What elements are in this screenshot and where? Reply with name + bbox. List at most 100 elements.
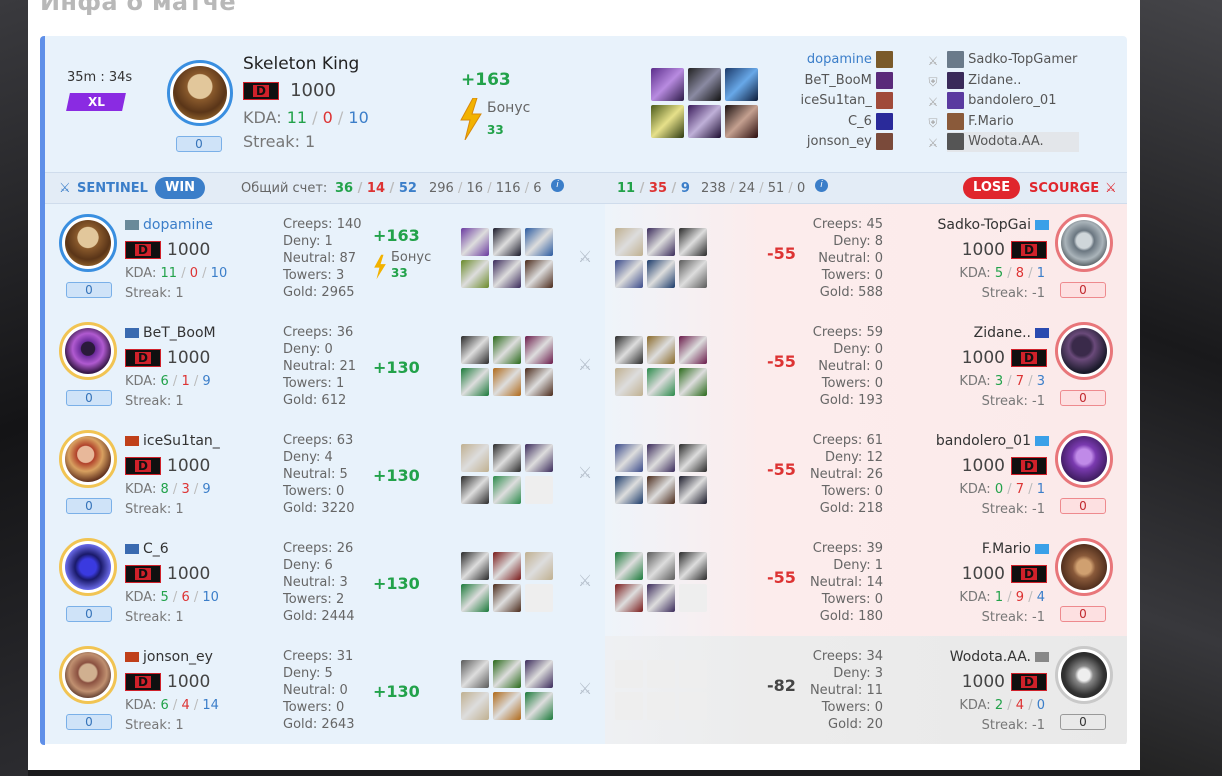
- item-icon[interactable]: [461, 368, 489, 396]
- item-icon[interactable]: [525, 228, 553, 256]
- item-icon[interactable]: [615, 336, 643, 364]
- scourge-swords-icon: ⚔: [1105, 181, 1117, 196]
- item-icon[interactable]: [493, 476, 521, 504]
- player-name[interactable]: BeT_BooM: [125, 325, 216, 341]
- item-icon[interactable]: [647, 552, 675, 580]
- item-icon[interactable]: [615, 228, 643, 256]
- hero-portrait[interactable]: [1055, 646, 1113, 704]
- item-icon[interactable]: [493, 660, 521, 688]
- player-name[interactable]: Wodota.AA.: [950, 649, 1049, 665]
- crossed-swords-icon: ⚔: [577, 247, 593, 266]
- player-name[interactable]: iceSu1tan_: [125, 433, 220, 449]
- mvp-hero-portrait[interactable]: [167, 60, 233, 126]
- roster-scourge-1[interactable]: Sadko-TopGamer: [947, 50, 1077, 70]
- item-icon[interactable]: [615, 260, 643, 288]
- info-icon[interactable]: i: [551, 179, 564, 192]
- item-icon[interactable]: [493, 692, 521, 720]
- item-icon[interactable]: [615, 552, 643, 580]
- player-name[interactable]: bandolero_01: [936, 433, 1049, 449]
- item-icon[interactable]: [525, 336, 553, 364]
- hero-portrait[interactable]: [59, 322, 117, 380]
- item-icon[interactable]: [461, 476, 489, 504]
- item-icon[interactable]: [647, 368, 675, 396]
- roster-sentinel-4[interactable]: C_6: [848, 112, 893, 132]
- item-icon[interactable]: [679, 260, 707, 288]
- item-icon[interactable]: [688, 68, 721, 101]
- rank-badge: D: [243, 82, 279, 100]
- teams-header: ⚔ SENTINEL WIN Общий счет: 36 / 14 / 52 …: [45, 172, 1127, 204]
- item-icon[interactable]: [493, 444, 521, 472]
- player-name[interactable]: dopamine: [125, 217, 213, 233]
- hero-portrait[interactable]: [1055, 430, 1113, 488]
- level-badge: 0: [1060, 282, 1106, 298]
- item-icon[interactable]: [615, 444, 643, 472]
- country-flag-icon: [125, 220, 139, 230]
- item-icon[interactable]: [525, 660, 553, 688]
- item-icon[interactable]: [651, 68, 684, 101]
- background-art-left: [0, 0, 28, 776]
- item-icon[interactable]: [461, 228, 489, 256]
- item-icon[interactable]: [679, 444, 707, 472]
- player-name[interactable]: C_6: [125, 541, 169, 557]
- item-icon[interactable]: [679, 336, 707, 364]
- roster-sentinel-3[interactable]: iceSu1tan_: [801, 91, 893, 111]
- item-icon[interactable]: [493, 368, 521, 396]
- item-icon[interactable]: [679, 228, 707, 256]
- roster-scourge-4[interactable]: F.Mario: [947, 112, 1014, 132]
- item-icon[interactable]: [493, 336, 521, 364]
- hero-portrait[interactable]: [1055, 538, 1113, 596]
- item-icon[interactable]: [525, 552, 553, 580]
- item-icon[interactable]: [647, 260, 675, 288]
- item-icon[interactable]: [493, 260, 521, 288]
- item-icon[interactable]: [725, 68, 758, 101]
- item-icon[interactable]: [615, 476, 643, 504]
- player-name[interactable]: Zidane..: [974, 325, 1049, 341]
- item-icon[interactable]: [461, 336, 489, 364]
- player-name[interactable]: Sadko-TopGai: [938, 217, 1049, 233]
- item-icon[interactable]: [647, 444, 675, 472]
- roster-scourge-5[interactable]: Wodota.AA.: [947, 132, 1079, 152]
- rating-delta: +163: [373, 226, 420, 245]
- hero-portrait[interactable]: [59, 430, 117, 488]
- hero-portrait[interactable]: [59, 646, 117, 704]
- item-icon[interactable]: [461, 660, 489, 688]
- item-icon[interactable]: [461, 552, 489, 580]
- roster-sentinel-2[interactable]: BeT_BooM: [804, 71, 893, 91]
- item-icon[interactable]: [525, 444, 553, 472]
- player-name[interactable]: F.Mario: [982, 541, 1049, 557]
- item-icon[interactable]: [493, 584, 521, 612]
- item-icon[interactable]: [647, 336, 675, 364]
- item-icon[interactable]: [647, 476, 675, 504]
- item-icon[interactable]: [461, 444, 489, 472]
- hero-portrait[interactable]: [1055, 322, 1113, 380]
- item-icon[interactable]: [525, 692, 553, 720]
- item-icon[interactable]: [725, 105, 758, 138]
- roster-sentinel-1[interactable]: dopamine: [807, 50, 893, 70]
- rank-badge: D: [125, 349, 161, 367]
- player-name[interactable]: jonson_ey: [125, 649, 213, 665]
- hero-portrait[interactable]: [59, 214, 117, 272]
- item-icon[interactable]: [615, 584, 643, 612]
- item-icon[interactable]: [647, 228, 675, 256]
- item-icon[interactable]: [647, 584, 675, 612]
- item-icon[interactable]: [461, 692, 489, 720]
- hero-portrait[interactable]: [59, 538, 117, 596]
- item-icon[interactable]: [461, 584, 489, 612]
- item-icon[interactable]: [615, 368, 643, 396]
- info-icon[interactable]: i: [815, 179, 828, 192]
- item-icon[interactable]: [679, 368, 707, 396]
- roster-scourge-3[interactable]: bandolero_01: [947, 91, 1056, 111]
- item-icon[interactable]: [688, 105, 721, 138]
- item-icon[interactable]: [679, 476, 707, 504]
- item-icon[interactable]: [525, 260, 553, 288]
- scourge-kda-total: 11 / 35 / 9: [617, 181, 690, 196]
- item-icon[interactable]: [461, 260, 489, 288]
- item-icon[interactable]: [493, 552, 521, 580]
- roster-scourge-2[interactable]: Zidane..: [947, 71, 1021, 91]
- item-icon[interactable]: [651, 105, 684, 138]
- item-icon[interactable]: [679, 552, 707, 580]
- item-icon[interactable]: [493, 228, 521, 256]
- roster-sentinel-5[interactable]: jonson_ey: [807, 132, 893, 152]
- item-icon[interactable]: [525, 368, 553, 396]
- hero-portrait[interactable]: [1055, 214, 1113, 272]
